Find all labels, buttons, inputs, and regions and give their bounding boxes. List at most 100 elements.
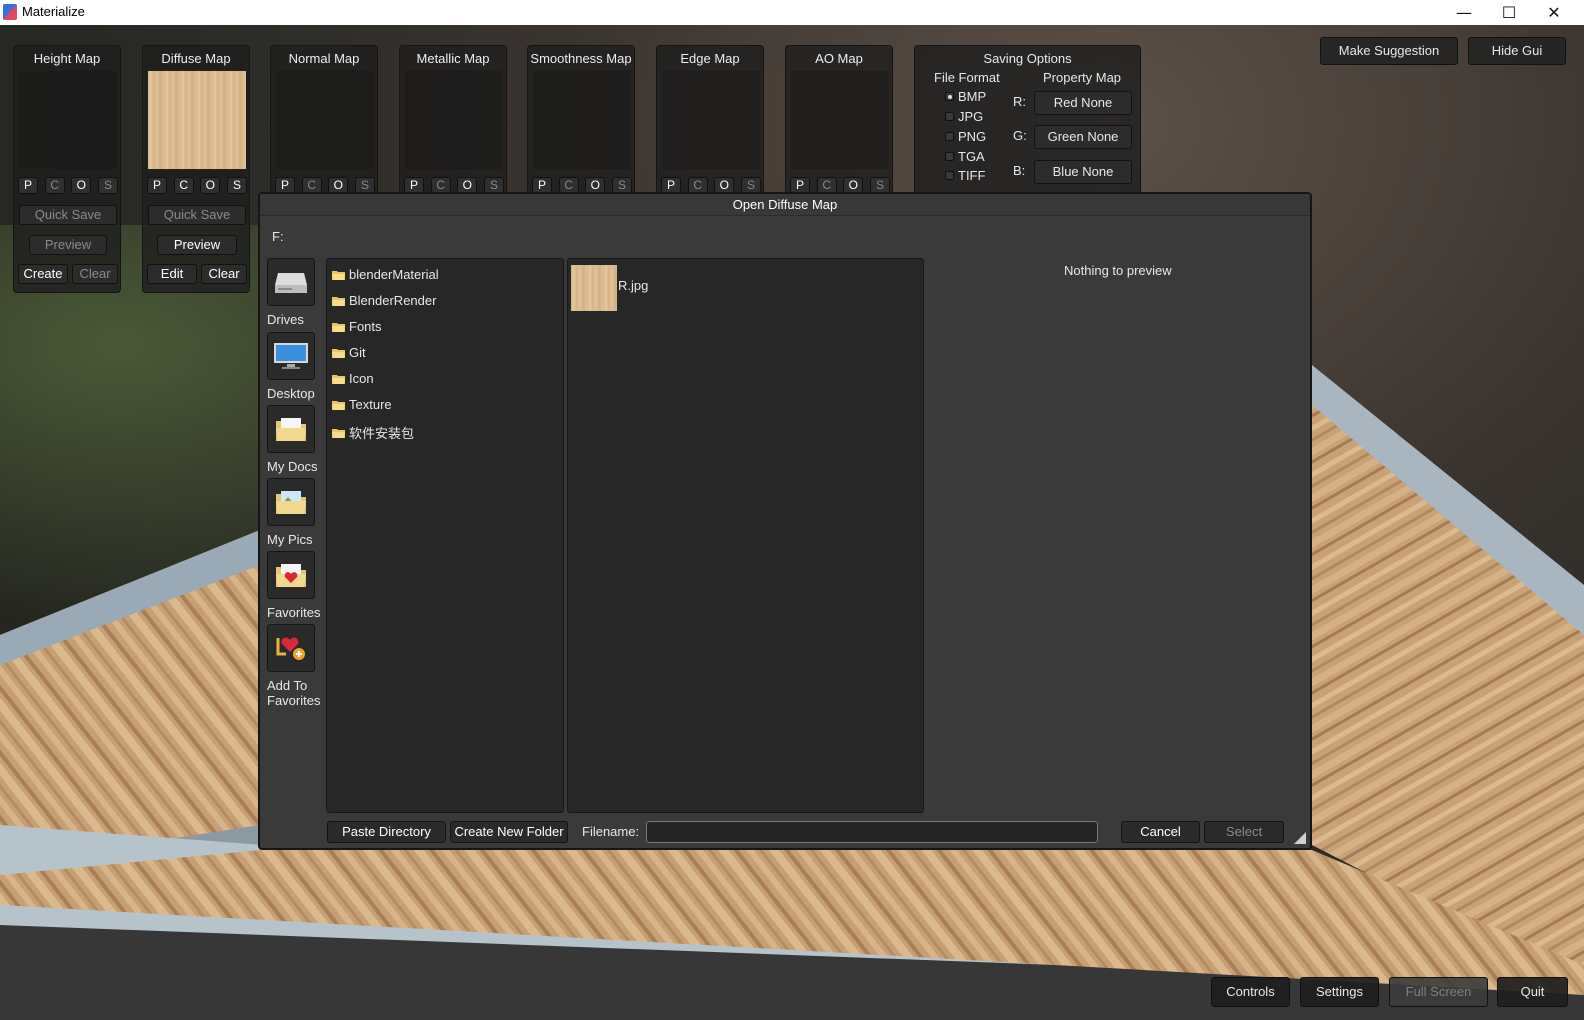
sidebar-item-favorites[interactable]: Favorites [267,551,327,620]
folder-icon [332,374,345,384]
green-channel-button[interactable]: Green None [1034,125,1132,149]
radio-unchecked-icon [945,112,954,121]
format-option-bmp[interactable]: BMP [945,89,986,104]
metallic-map-thumbnail[interactable] [405,71,503,169]
height-map-c-button[interactable]: C [44,177,65,194]
preview-message: Nothing to preview [1064,263,1172,278]
open-diffuse-map-dialog: Open Diffuse Map F: Drives Desktop My Do… [258,192,1312,850]
dialog-title: Open Diffuse Map [732,197,838,212]
height-map-o-button[interactable]: O [71,177,92,194]
controls-button[interactable]: Controls [1211,977,1290,1007]
height-map-s-button[interactable]: S [97,177,118,194]
ao-map-title: AO Map [815,51,863,66]
folder-item[interactable]: 软件安装包 [332,423,414,442]
radio-unchecked-icon [945,132,954,141]
create-new-folder-button[interactable]: Create New Folder [450,821,568,843]
sidebar-item-label: My Pics [267,532,313,547]
property-map-title: Property Map [1043,70,1122,85]
select-button[interactable]: Select [1204,821,1284,843]
height-map-create-button[interactable]: Create [18,264,68,284]
window-title: Materialize [22,4,85,19]
diffuse-map-s-button[interactable]: S [226,177,247,194]
diffuse-map-o-button[interactable]: O [200,177,221,194]
sidebar-item-drives[interactable]: Drives [267,258,327,327]
close-window-button[interactable]: ✕ [1532,0,1576,25]
blue-channel-button[interactable]: Blue None [1034,160,1132,184]
folder-icon [332,400,345,410]
diffuse-map-thumbnail[interactable] [148,71,246,169]
radio-unchecked-icon [945,152,954,161]
paste-directory-button[interactable]: Paste Directory [327,821,446,843]
folder-icon [332,270,345,280]
folder-icon [332,428,345,438]
settings-button[interactable]: Settings [1300,977,1379,1007]
ao-map-thumbnail[interactable] [791,71,889,169]
folder-item[interactable]: Fonts [332,319,382,334]
folder-item[interactable]: BlenderRender [332,293,436,308]
quit-button[interactable]: Quit [1497,977,1568,1007]
normal-map-title: Normal Map [288,51,360,66]
format-option-jpg[interactable]: JPG [945,109,983,124]
green-channel-label: G: [1013,128,1027,143]
smoothness-map-title: Smoothness Map [530,51,632,66]
resize-grip-icon[interactable] [1294,832,1306,844]
radio-checked-icon [945,92,954,101]
sidebar-item-my-pics[interactable]: My Pics [267,478,327,547]
height-map-quick-save-button[interactable]: Quick Save [19,205,117,225]
sidebar-item-label: Drives [267,312,304,327]
height-map-preview-button[interactable]: Preview [29,235,107,255]
folder-item[interactable]: Icon [332,371,374,386]
saving-options-panel: Saving Options File Format Property Map … [914,45,1141,195]
folder-item[interactable]: blenderMaterial [332,267,439,282]
edge-map-thumbnail[interactable] [662,71,760,169]
diffuse-map-edit-button[interactable]: Edit [147,264,197,284]
folder-icon [332,296,345,306]
minimize-button[interactable]: — [1442,0,1486,25]
edge-map-title: Edge Map [680,51,740,66]
app-icon [3,4,17,20]
folder-list-pane[interactable]: blenderMaterial BlenderRender Fonts Git … [326,258,564,813]
folder-item[interactable]: Texture [332,397,392,412]
window-titlebar: Materialize — ☐ ✕ [0,0,1584,25]
red-channel-button[interactable]: Red None [1034,91,1132,115]
radio-unchecked-icon [945,171,954,180]
cancel-button[interactable]: Cancel [1121,821,1200,843]
monitor-icon [274,343,308,369]
file-item[interactable]: R.jpg [571,265,648,311]
metallic-map-title: Metallic Map [416,51,490,66]
hide-gui-button[interactable]: Hide Gui [1468,37,1566,65]
sidebar-item-label: Favorites [267,605,321,620]
folder-docs-icon [276,418,306,441]
sidebar-item-add-to-favorites[interactable]: Add To Favorites [267,624,327,708]
diffuse-map-panel: Diffuse Map P C O S Quick Save Preview E… [142,45,250,293]
make-suggestion-button[interactable]: Make Suggestion [1320,37,1458,65]
format-option-png[interactable]: PNG [945,129,986,144]
file-format-title: File Format [934,70,1000,85]
filename-input[interactable] [646,821,1098,843]
format-option-tga[interactable]: TGA [945,149,985,164]
height-map-p-button[interactable]: P [18,177,38,194]
sidebar-item-label: My Docs [267,459,318,474]
diffuse-map-clear-button[interactable]: Clear [201,264,247,284]
file-thumbnail [571,265,617,311]
height-map-thumbnail[interactable] [19,71,117,169]
smoothness-map-thumbnail[interactable] [533,71,631,169]
file-list-pane[interactable]: R.jpg [567,258,924,813]
full-screen-button[interactable]: Full Screen [1389,977,1488,1007]
saving-options-title: Saving Options [983,51,1072,66]
height-map-clear-button[interactable]: Clear [72,264,118,284]
sidebar-item-my-docs[interactable]: My Docs [267,405,327,474]
sidebar-item-label: Desktop [267,386,315,401]
diffuse-map-c-button[interactable]: C [173,177,194,194]
diffuse-map-quick-save-button[interactable]: Quick Save [148,205,246,225]
maximize-button[interactable]: ☐ [1487,0,1531,25]
diffuse-map-p-button[interactable]: P [147,177,167,194]
format-option-tiff[interactable]: TIFF [945,168,985,183]
normal-map-thumbnail[interactable] [276,71,374,169]
height-map-title: Height Map [33,51,101,66]
folder-icon [332,322,345,332]
sidebar-item-desktop[interactable]: Desktop [267,332,327,401]
filename-label: Filename: [582,824,640,839]
diffuse-map-preview-button[interactable]: Preview [157,235,237,255]
folder-item[interactable]: Git [332,345,366,360]
